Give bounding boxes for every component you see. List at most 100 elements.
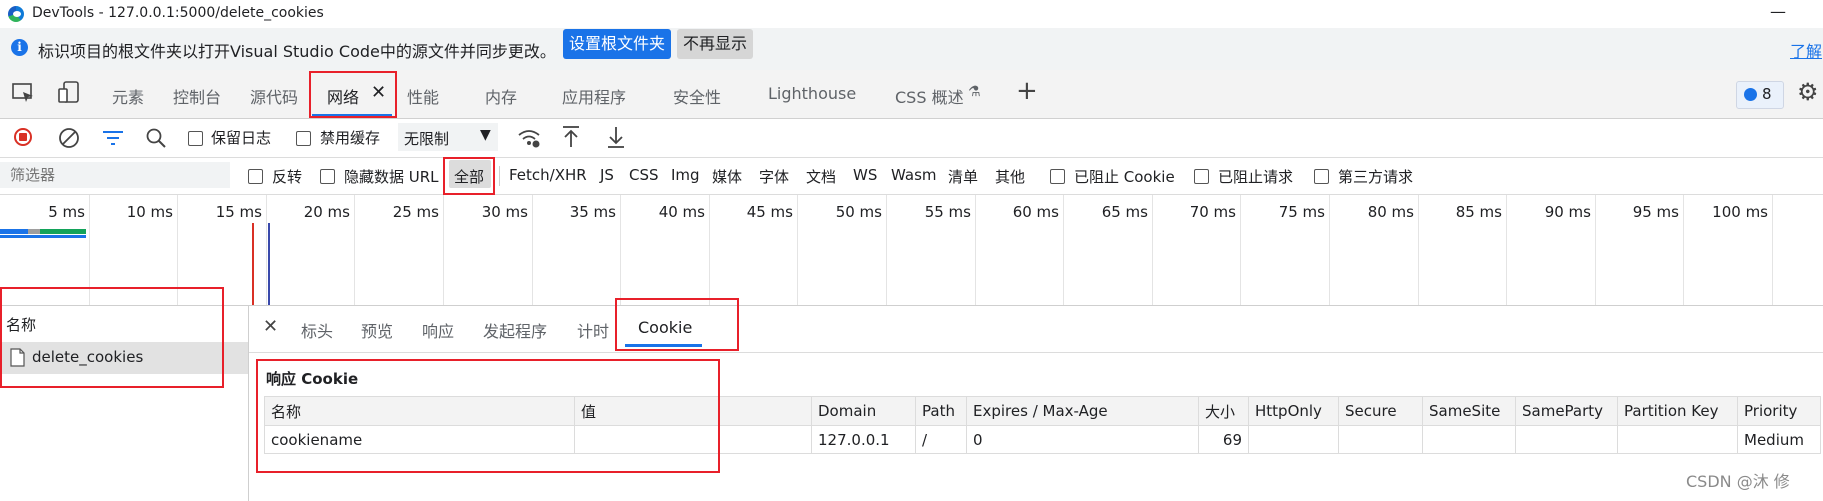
chevron-down-icon: ▼ [480, 127, 491, 143]
timeline-gridline [1595, 195, 1596, 305]
col-secure[interactable]: Secure [1338, 396, 1423, 426]
hide-data-urls-label: 隐藏数据 URL [344, 168, 439, 186]
export-har-icon[interactable] [606, 125, 626, 149]
more-tabs-plus-icon[interactable]: + [1016, 76, 1038, 106]
timeline-gridline [975, 195, 976, 305]
blocked-requests-label: 已阻止请求 [1218, 168, 1294, 186]
type-filter-ws[interactable]: WS [853, 166, 877, 184]
timeline-gridline [1418, 195, 1419, 305]
main-tab-bar: 元素 控制台 源代码 网络 ✕ 性能 内存 应用程序 安全性 Lighthous… [0, 70, 1823, 119]
tab-timing[interactable]: 计时 [577, 318, 609, 342]
tab-lighthouse[interactable]: Lighthouse [768, 84, 856, 103]
col-path[interactable]: Path [915, 396, 967, 426]
hide-data-urls-checkbox[interactable] [320, 169, 335, 184]
invert-checkbox[interactable] [248, 169, 263, 184]
filter-input[interactable] [0, 162, 230, 188]
type-filter-media[interactable]: 媒体 [712, 166, 742, 187]
close-detail-icon[interactable]: ✕ [263, 316, 278, 337]
col-size[interactable]: 大小 [1198, 396, 1249, 426]
highlight-cookie-tab [615, 298, 739, 351]
type-filter-img[interactable]: Img [671, 166, 700, 184]
info-icon: i [11, 39, 28, 56]
network-conditions-icon[interactable] [517, 127, 541, 149]
timeline-tick-label: 20 ms [303, 203, 350, 221]
throttling-select[interactable]: 无限制 ▼ [398, 123, 498, 151]
inspect-element-icon[interactable] [12, 83, 36, 105]
timeline-gridline [266, 195, 267, 305]
set-root-folder-button[interactable]: 设置根文件夹 [563, 29, 672, 59]
col-httponly[interactable]: HttpOnly [1248, 396, 1339, 426]
type-filter-css[interactable]: CSS [629, 166, 659, 184]
type-filter-js[interactable]: JS [600, 166, 614, 184]
tab-memory[interactable]: 内存 [485, 84, 517, 108]
type-filter-font[interactable]: 字体 [759, 166, 789, 187]
timeline-tick-label: 70 ms [1189, 203, 1236, 221]
blocked-cookies-checkbox[interactable] [1050, 169, 1065, 184]
dom-content-loaded-marker [268, 223, 270, 305]
timeline-tick-label: 95 ms [1632, 203, 1679, 221]
type-filter-doc[interactable]: 文档 [806, 166, 836, 187]
timeline-tick-label: 10 ms [126, 203, 173, 221]
col-partition-key[interactable]: Partition Key [1617, 396, 1738, 426]
tab-initiator[interactable]: 发起程序 [483, 318, 547, 342]
search-icon[interactable] [145, 127, 167, 149]
type-filter-manifest[interactable]: 清单 [948, 166, 978, 187]
infobar-message: 标识项目的根文件夹以打开Visual Studio Code中的源文件并同步更改… [38, 42, 556, 61]
blocked-requests-checkbox[interactable] [1194, 169, 1209, 184]
timeline-tick-label: 35 ms [569, 203, 616, 221]
col-sameparty[interactable]: SameParty [1515, 396, 1618, 426]
tab-sources[interactable]: 源代码 [250, 84, 298, 108]
col-samesite[interactable]: SameSite [1422, 396, 1516, 426]
col-priority[interactable]: Priority [1737, 396, 1821, 426]
cookie-path-cell: / [915, 425, 967, 454]
tab-response[interactable]: 响应 [422, 318, 454, 342]
device-toolbar-icon[interactable] [58, 81, 80, 105]
cookie-sameparty-cell [1515, 425, 1618, 454]
dont-show-again-button[interactable]: 不再显示 [677, 29, 754, 59]
timeline-overview[interactable]: 5 ms 10 ms 15 ms 20 ms 25 ms 30 ms 35 ms 40 ms 4… [0, 195, 1823, 306]
tab-preview[interactable]: 预览 [361, 318, 393, 342]
preserve-log-checkbox[interactable] [188, 131, 203, 146]
timeline-gridline [1683, 195, 1684, 305]
record-stop-icon[interactable] [14, 128, 32, 146]
issues-badge[interactable]: 8 [1736, 81, 1784, 109]
tab-elements[interactable]: 元素 [112, 84, 144, 108]
third-party-checkbox[interactable] [1314, 169, 1329, 184]
third-party-label: 第三方请求 [1338, 168, 1414, 186]
highlight-cookie-table [256, 359, 720, 473]
title-bar: DevTools - 127.0.0.1:5000/delete_cookies… [0, 0, 1823, 28]
tab-headers[interactable]: 标头 [301, 318, 333, 342]
timeline-gridline [1329, 195, 1330, 305]
timeline-tick-label: 25 ms [392, 203, 439, 221]
clear-icon[interactable] [58, 127, 80, 149]
waterfall-bar-waiting [0, 229, 28, 234]
tab-application[interactable]: 应用程序 [562, 84, 626, 108]
cookie-expires-cell: 0 [966, 425, 1199, 454]
timeline-gridline [1152, 195, 1153, 305]
timeline-tick-label: 75 ms [1278, 203, 1325, 221]
learn-more-link[interactable]: 了解 [1790, 38, 1822, 62]
highlight-network-tab [309, 71, 397, 118]
filter-icon[interactable] [102, 129, 124, 147]
minimize-icon[interactable]: — [1770, 2, 1786, 21]
timeline-tick-label: 45 ms [746, 203, 793, 221]
type-filter-fetch-xhr[interactable]: Fetch/XHR [509, 166, 587, 184]
timeline-tick-label: 60 ms [1012, 203, 1059, 221]
tab-performance[interactable]: 性能 [407, 84, 439, 108]
col-expires[interactable]: Expires / Max-Age [966, 396, 1199, 426]
throttling-value: 无限制 [404, 130, 450, 148]
type-filter-wasm[interactable]: Wasm [891, 166, 937, 184]
col-domain[interactable]: Domain [811, 396, 916, 426]
disable-cache-checkbox[interactable] [296, 131, 311, 146]
waterfall-bar-content [0, 235, 86, 238]
import-har-icon[interactable] [561, 125, 581, 149]
timeline-gridline [1772, 195, 1773, 305]
type-filter-other[interactable]: 其他 [995, 166, 1025, 187]
tab-security[interactable]: 安全性 [673, 84, 721, 108]
blocked-cookies-label: 已阻止 Cookie [1074, 168, 1175, 186]
tab-css-overview[interactable]: CSS 概述 [895, 84, 964, 108]
preserve-log-label: 保留日志 [211, 129, 272, 147]
tab-console[interactable]: 控制台 [173, 84, 221, 108]
cookie-samesite-cell [1422, 425, 1516, 454]
settings-gear-icon[interactable]: ⚙ [1797, 78, 1819, 106]
